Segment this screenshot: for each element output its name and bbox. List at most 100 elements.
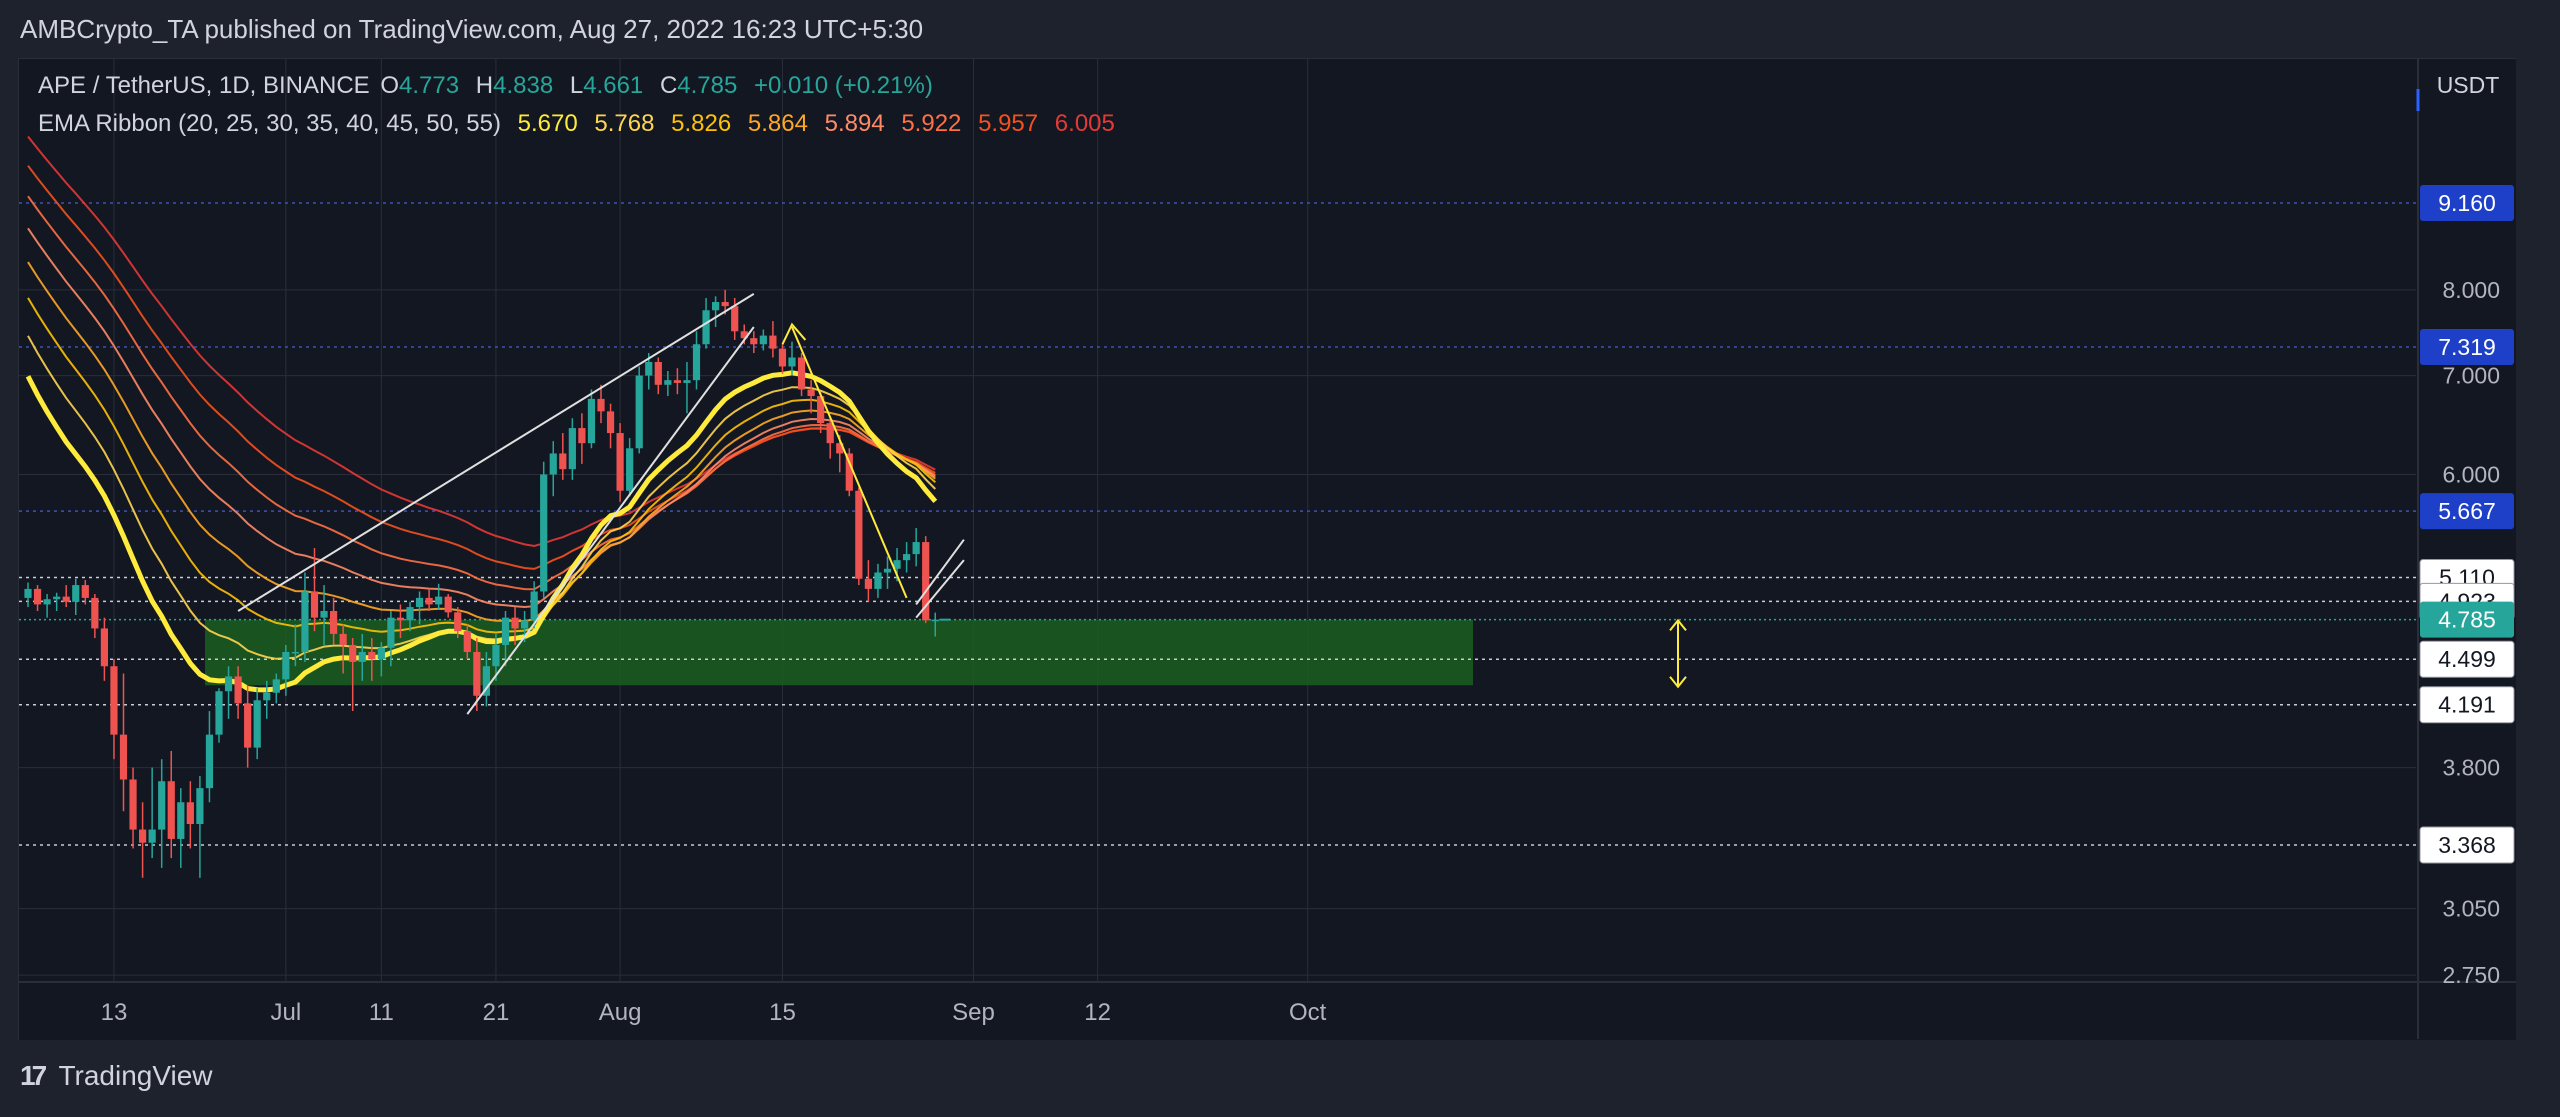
candle-body[interactable] (234, 676, 242, 704)
candle-body[interactable] (396, 617, 405, 621)
candle-body[interactable] (883, 568, 892, 573)
candle-body[interactable] (597, 398, 605, 412)
ema-legend: EMA Ribbon (20, 25, 30, 35, 40, 45, 50, … (38, 110, 1125, 138)
candle-body[interactable] (291, 651, 299, 654)
candle-body[interactable] (330, 611, 338, 634)
price-label-text: 4.191 (2438, 692, 2496, 718)
candle-body[interactable] (540, 474, 548, 592)
candle-body[interactable] (501, 617, 510, 645)
candle-body[interactable] (721, 302, 729, 307)
candle-body[interactable] (72, 585, 80, 602)
price-label-text: 5.667 (2438, 498, 2496, 524)
candle-body[interactable] (530, 591, 538, 621)
candle-body[interactable] (177, 802, 185, 839)
candle-body[interactable] (587, 398, 596, 444)
candle-body[interactable] (81, 585, 89, 598)
candle-body[interactable] (855, 490, 863, 579)
candle-body[interactable] (167, 781, 175, 839)
candle-body[interactable] (435, 596, 443, 605)
candle-body[interactable] (129, 779, 137, 830)
candle-body[interactable] (158, 781, 166, 830)
footer-brand[interactable]: 17 TradingView (20, 1060, 213, 1092)
candle-body[interactable] (110, 666, 118, 735)
candle-body[interactable] (511, 617, 519, 629)
candle-body[interactable] (521, 620, 529, 629)
candle-body[interactable] (444, 596, 452, 613)
candle-body[interactable] (263, 692, 271, 701)
candle-body[interactable] (415, 597, 424, 608)
candle-body[interactable] (425, 597, 433, 605)
candle-body[interactable] (559, 453, 567, 470)
brand-name: TradingView (58, 1060, 213, 1091)
candle-body[interactable] (358, 651, 366, 662)
candle-body[interactable] (454, 612, 462, 632)
price-chart[interactable]: 13 Jul 11 21 Aug 15 Sep 12 Oct 2.750 3.050 3.800 6.0… (0, 0, 2560, 1117)
candle-body[interactable] (788, 357, 796, 367)
candle-body[interactable] (635, 375, 643, 449)
candle-body[interactable] (616, 433, 624, 491)
candle-body[interactable] (368, 651, 376, 660)
candle-body[interactable] (24, 588, 32, 598)
candle-body[interactable] (903, 554, 911, 561)
candle-body[interactable] (272, 679, 280, 693)
candle-body[interactable] (224, 676, 233, 692)
candle-body[interactable] (310, 591, 319, 618)
candle-body[interactable] (196, 788, 204, 825)
candle-body[interactable] (759, 335, 767, 345)
candle-body[interactable] (339, 633, 347, 645)
candle-body[interactable] (320, 611, 328, 618)
candle-body[interactable] (148, 829, 156, 843)
candle-body[interactable] (654, 361, 662, 385)
candle-body[interactable] (626, 448, 634, 491)
ema-title[interactable]: EMA Ribbon (20, 25, 30, 35, 40, 45, 50, … (38, 110, 501, 137)
candle-body[interactable] (778, 348, 787, 367)
candle-body[interactable] (205, 734, 214, 789)
candle-body[interactable] (62, 596, 70, 602)
candle-body[interactable] (931, 619, 939, 622)
candle-body[interactable] (33, 588, 42, 605)
candle-body[interactable] (874, 572, 882, 589)
candle-body[interactable] (731, 306, 739, 332)
candle-body[interactable] (664, 380, 672, 385)
candle-body[interactable] (692, 344, 701, 381)
candle-body[interactable] (139, 829, 147, 843)
candle-body[interactable] (864, 578, 872, 589)
candle-body[interactable] (797, 357, 806, 390)
candle-body[interactable] (100, 628, 108, 667)
candle-body[interactable] (349, 644, 357, 662)
candle-body[interactable] (91, 597, 99, 629)
candle-body[interactable] (912, 542, 920, 555)
candle-body[interactable] (463, 631, 471, 652)
candle-body[interactable] (43, 599, 51, 605)
candle-body[interactable] (119, 734, 128, 780)
candle-body[interactable] (406, 607, 414, 621)
candle-body[interactable] (578, 428, 586, 444)
symbol-name[interactable]: APE / TetherUS, 1D, BINANCE (38, 72, 370, 99)
candle-body[interactable] (750, 338, 758, 345)
candle-body[interactable] (549, 453, 557, 475)
candle-body[interactable] (702, 310, 710, 345)
candle-body[interactable] (645, 361, 653, 376)
candle-body[interactable] (826, 423, 834, 444)
candle-body[interactable] (568, 428, 576, 470)
candle-body[interactable] (492, 644, 500, 667)
candle-body[interactable] (683, 380, 691, 383)
candle-body[interactable] (186, 802, 194, 825)
open-value: 4.773 (399, 72, 460, 99)
candle-body[interactable] (387, 617, 395, 648)
candle-body[interactable] (807, 389, 815, 397)
candle-body[interactable] (769, 335, 777, 349)
candle-body[interactable] (244, 703, 252, 748)
x-tick-label: 12 (1084, 999, 1111, 1026)
candle-body[interactable] (606, 411, 615, 434)
candle-body[interactable] (282, 651, 290, 680)
ema-value: 5.957 (978, 110, 1039, 137)
candle-body[interactable] (673, 380, 681, 383)
candle-body[interactable] (253, 700, 261, 748)
candle-body[interactable] (377, 647, 385, 660)
candle-body[interactable] (712, 302, 720, 311)
candle-body[interactable] (53, 596, 61, 600)
candle-body[interactable] (215, 691, 223, 735)
candle-body[interactable] (473, 651, 481, 696)
candle-body[interactable] (301, 591, 309, 652)
